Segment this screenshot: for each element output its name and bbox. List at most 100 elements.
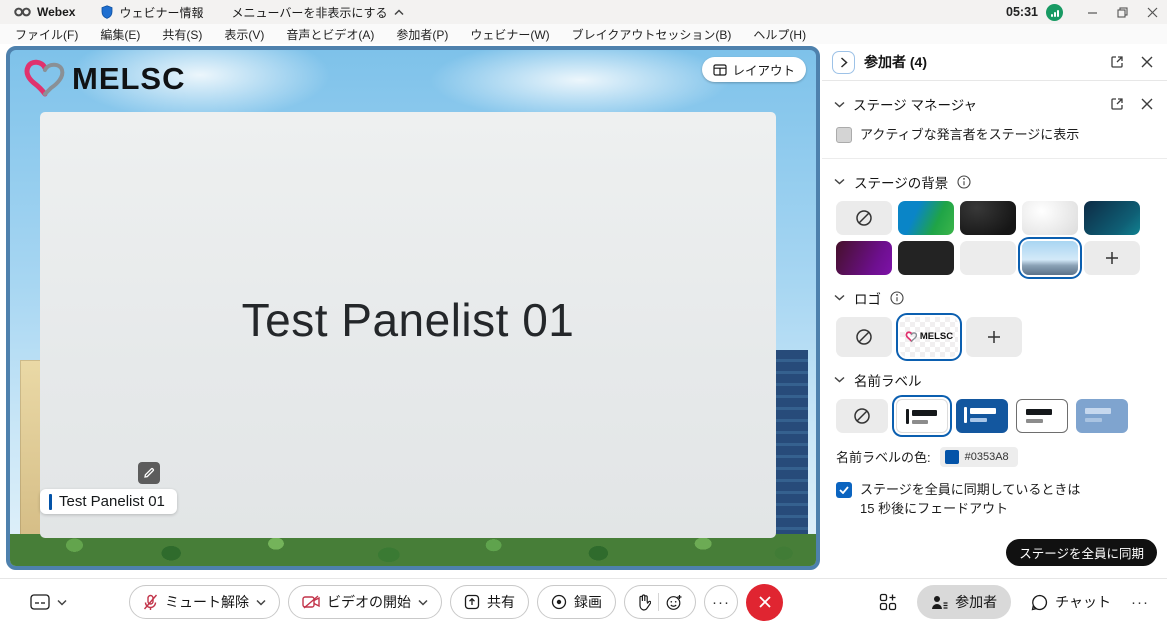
participants-panel-button[interactable]: 参加者 <box>917 585 1011 619</box>
plus-icon <box>1105 251 1119 265</box>
stage-manager-header[interactable]: ステージ マネージャ <box>822 81 1167 114</box>
sync-stage-button[interactable]: ステージを全員に同期 <box>1006 539 1157 566</box>
panel-collapse-button[interactable] <box>832 51 855 74</box>
leave-meeting-button[interactable] <box>746 584 783 621</box>
raise-hand-icon <box>637 594 651 611</box>
stage-name-label: Test Panelist 01 <box>40 489 177 514</box>
close-icon <box>758 595 772 609</box>
chevron-down-icon <box>834 178 845 185</box>
name-label-section-header[interactable]: 名前ラベル <box>822 357 1167 390</box>
captions-button[interactable] <box>30 594 67 611</box>
restore-button[interactable] <box>1107 0 1137 24</box>
background-swatch-gray[interactable] <box>960 241 1016 275</box>
sync-fadeout-checkbox-row[interactable]: ステージを全員に同期しているときは 15 秒後にフェードアウト <box>822 467 1167 519</box>
close-panel-icon[interactable] <box>1141 56 1153 68</box>
stage-manager-title: ステージ マネージャ <box>853 94 977 114</box>
record-button[interactable]: 録画 <box>537 585 616 619</box>
stage-brand-logo: MELSC <box>22 58 186 100</box>
cloud-decor <box>430 46 730 120</box>
logo-none-swatch[interactable] <box>836 317 892 357</box>
menu-audio-video[interactable]: 音声とビデオ(A) <box>275 26 385 43</box>
background-swatch-green-blue[interactable] <box>898 201 954 235</box>
checkbox-unchecked[interactable] <box>836 127 852 143</box>
name-label-text: Test Panelist 01 <box>59 493 165 510</box>
close-window-button[interactable] <box>1137 0 1167 24</box>
unmute-label: ミュート解除 <box>165 592 249 612</box>
none-icon <box>855 328 873 346</box>
menu-share[interactable]: 共有(S) <box>151 26 213 43</box>
logo-section-title: ロゴ <box>854 288 881 308</box>
city-greenery <box>10 534 816 566</box>
name-label-style-1[interactable] <box>896 399 948 433</box>
start-video-button[interactable]: ビデオの開始 <box>288 585 442 619</box>
webinar-info-button[interactable]: ウェビナー情報 <box>101 4 203 21</box>
chevron-right-icon <box>840 57 848 68</box>
name-label-style-2[interactable] <box>956 399 1008 433</box>
panel-header: 参加者 (4) <box>822 44 1167 81</box>
webex-logo: Webex <box>14 5 75 19</box>
close-stage-manager-icon[interactable] <box>1141 98 1153 110</box>
participants-icon <box>931 595 948 610</box>
melsc-heart-icon <box>22 58 68 100</box>
unmute-button[interactable]: ミュート解除 <box>129 585 280 619</box>
chat-panel-button[interactable]: チャット <box>1031 592 1111 612</box>
check-icon <box>839 486 849 494</box>
name-label-color-value: #0353A8 <box>965 451 1009 463</box>
popout-stage-manager-icon[interactable] <box>1110 97 1124 111</box>
name-label-style-3[interactable] <box>1016 399 1068 433</box>
layout-icon <box>713 64 727 76</box>
name-label-color-chip[interactable]: #0353A8 <box>940 447 1018 467</box>
more-options-button[interactable]: ··· <box>704 585 738 619</box>
layout-button-label: レイアウト <box>732 60 795 79</box>
reactions-button[interactable] <box>624 585 696 619</box>
mic-muted-icon <box>143 594 158 611</box>
color-swatch-icon <box>945 450 959 464</box>
stage-background-section-header[interactable]: ステージの背景 <box>822 159 1167 192</box>
none-icon <box>855 209 873 227</box>
menu-view[interactable]: 表示(V) <box>213 26 275 43</box>
menu-file[interactable]: ファイル(F) <box>4 26 89 43</box>
background-swatch-charcoal[interactable] <box>898 241 954 275</box>
logo-melsc-swatch[interactable]: MELSC <box>900 317 958 357</box>
background-swatch-cityscape[interactable] <box>1022 241 1078 275</box>
clock: 05:31 <box>1006 5 1038 19</box>
active-speaker-checkbox-row[interactable]: アクティブな発言者をステージに表示 <box>822 114 1167 145</box>
add-background-button[interactable] <box>1084 241 1140 275</box>
share-button[interactable]: 共有 <box>450 585 529 619</box>
menu-participants[interactable]: 参加者(P) <box>385 26 459 43</box>
menubar: ファイル(F) 編集(E) 共有(S) 表示(V) 音声とビデオ(A) 参加者(… <box>0 24 1167 44</box>
toolbar-more-icon[interactable]: ··· <box>1131 594 1149 611</box>
menu-edit[interactable]: 編集(E) <box>89 26 151 43</box>
hide-menubar-button[interactable]: メニューバーを非表示にする <box>231 4 403 21</box>
closed-captions-icon <box>30 594 50 611</box>
checkbox-checked[interactable] <box>836 482 852 498</box>
logo-section-header[interactable]: ロゴ <box>822 275 1167 308</box>
start-video-label: ビデオの開始 <box>327 592 411 612</box>
popout-panel-icon[interactable] <box>1110 55 1124 69</box>
brand-text: MELSC <box>72 61 186 97</box>
share-label: 共有 <box>487 592 515 612</box>
minimize-button[interactable] <box>1077 0 1107 24</box>
layout-button[interactable]: レイアウト <box>702 57 806 82</box>
background-swatch-purple[interactable] <box>836 241 892 275</box>
edit-name-label-button[interactable] <box>138 462 160 484</box>
stage-video-area: Test Panelist 01 MELSC レイアウト Test Paneli… <box>6 46 820 570</box>
sync-fadeout-line1: ステージを全員に同期しているときは <box>860 482 1080 497</box>
add-logo-button[interactable] <box>966 317 1022 357</box>
background-swatch-dark-smoke[interactable] <box>960 201 1016 235</box>
participant-display-name: Test Panelist 01 <box>242 293 575 347</box>
network-quality-icon[interactable] <box>1046 4 1063 21</box>
participants-label: 参加者 <box>955 592 997 612</box>
name-label-none-swatch[interactable] <box>836 399 888 433</box>
webex-infinity-icon <box>14 6 31 18</box>
camera-off-icon <box>302 595 320 609</box>
name-label-style-4[interactable] <box>1076 399 1128 433</box>
menu-breakout[interactable]: ブレイクアウトセッション(B) <box>561 26 743 43</box>
background-swatch-light[interactable] <box>1022 201 1078 235</box>
menu-help[interactable]: ヘルプ(H) <box>742 26 817 43</box>
apps-button[interactable] <box>879 593 897 611</box>
menu-webinar[interactable]: ウェビナー(W) <box>459 26 560 43</box>
background-swatch-teal[interactable] <box>1084 201 1140 235</box>
background-none-swatch[interactable] <box>836 201 892 235</box>
app-title: Webex <box>37 5 75 19</box>
